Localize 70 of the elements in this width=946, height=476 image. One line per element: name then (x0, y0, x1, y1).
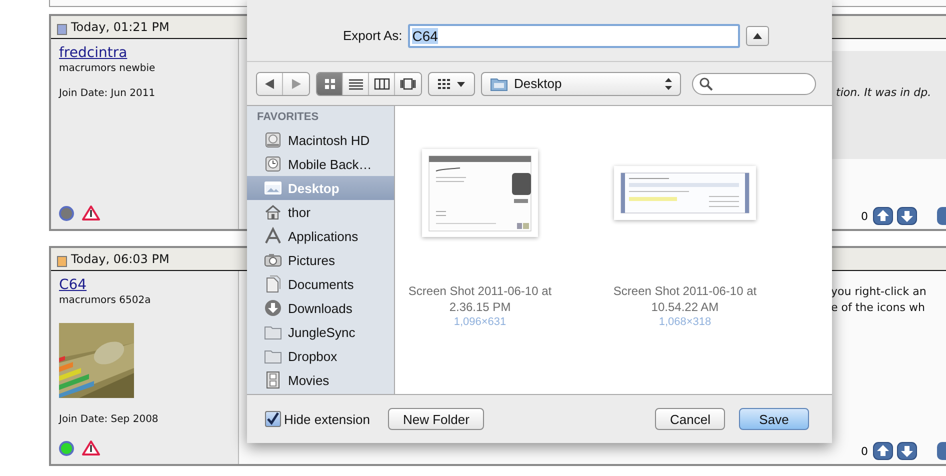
dialog-button[interactable]: Cancel (655, 408, 725, 430)
sidebar-item[interactable]: Applications (247, 224, 394, 248)
vote-up-icon[interactable] (873, 207, 893, 225)
sidebar-item[interactable]: Mobile Back… (247, 152, 394, 176)
username-link[interactable]: C64 (59, 277, 87, 294)
export-as-label: Export As: (343, 28, 402, 43)
view-list-button[interactable] (343, 72, 369, 94)
search-icon (699, 76, 713, 90)
location-popup[interactable]: Desktop (481, 72, 681, 96)
user-rank: macrumors 6502a (59, 295, 151, 306)
view-coverflow-button[interactable] (395, 72, 421, 94)
vote-count: 0 (861, 210, 868, 222)
collapse-button[interactable] (746, 26, 770, 46)
screenshot-thumbnail[interactable] (614, 166, 756, 220)
view-columns-button[interactable] (369, 72, 395, 94)
dialog-button[interactable]: New Folder (388, 408, 484, 430)
back-button[interactable] (257, 72, 283, 94)
view-icons-button[interactable] (317, 72, 343, 94)
sidebar-item[interactable]: JungleSync (247, 320, 394, 344)
up-down-arrows-icon (665, 78, 672, 90)
vote-up-icon[interactable] (873, 442, 893, 460)
arrange-button[interactable] (428, 72, 475, 96)
default-button[interactable]: Save (739, 408, 809, 430)
camera-icon (264, 251, 282, 269)
sidebar-heading: FAVORITES (256, 110, 320, 125)
coverflow-view-icon (400, 78, 416, 90)
join-date: Join Date: Sep 2008 (59, 414, 158, 425)
desktop-icon (264, 179, 282, 197)
home-icon (264, 203, 282, 221)
columns-view-icon (374, 78, 390, 90)
sidebar-item[interactable]: Movies (247, 368, 394, 392)
vote-down-icon[interactable] (897, 207, 917, 225)
sidebar-item[interactable]: thor (247, 200, 394, 224)
triangle-up-icon (753, 32, 762, 38)
username-link[interactable]: fredcintra (59, 45, 128, 62)
screenshot-thumbnail[interactable] (422, 149, 538, 237)
docs-icon (264, 275, 282, 293)
sidebar-item[interactable]: Pictures (247, 248, 394, 272)
filename-field[interactable]: C64 (408, 24, 740, 48)
sidebar-item[interactable]: Macintosh HD (247, 128, 394, 152)
user-rank: macrumors newbie (59, 63, 156, 74)
sidebar-item[interactable]: Dropbox (247, 344, 394, 368)
vote-count: 0 (861, 444, 868, 458)
hide-extension-label: Hide extension (284, 412, 370, 426)
search-field[interactable] (692, 72, 816, 94)
post-text: you right-click an (831, 284, 928, 300)
warning-icon[interactable] (82, 205, 100, 221)
folder-icon (490, 76, 508, 90)
image-dimensions: 1,068×318 (658, 315, 712, 329)
join-date: Join Date: Jun 2011 (59, 88, 156, 99)
grid-icon (438, 78, 466, 88)
hide-extension-checkbox[interactable] (265, 411, 281, 427)
checkmark-icon (266, 412, 280, 426)
post-date: Today, 01:21 PM (71, 20, 170, 34)
sidebar-item[interactable]: Documents (247, 272, 394, 296)
image-dimensions: 1,096×631 (454, 315, 506, 329)
apps-icon (264, 227, 282, 245)
back-icon (265, 78, 274, 88)
download-icon (264, 299, 282, 317)
list-view-icon (348, 78, 364, 90)
forward-icon (292, 78, 300, 88)
post-text: tion. It was in dp. (836, 85, 932, 101)
file-name[interactable]: Screen Shot 2011-06-10 at 2.36.15 PM (398, 283, 562, 315)
film-icon (264, 371, 282, 389)
file-name[interactable]: Screen Shot 2011-06-10 at 10.54.22 AM (602, 283, 768, 315)
warning-icon[interactable] (82, 440, 100, 456)
post-date: Today, 06:03 PM (71, 252, 170, 266)
sidebar-item[interactable]: Downloads (247, 296, 394, 320)
vote-down-icon[interactable] (897, 442, 917, 460)
clock-icon (264, 155, 282, 173)
